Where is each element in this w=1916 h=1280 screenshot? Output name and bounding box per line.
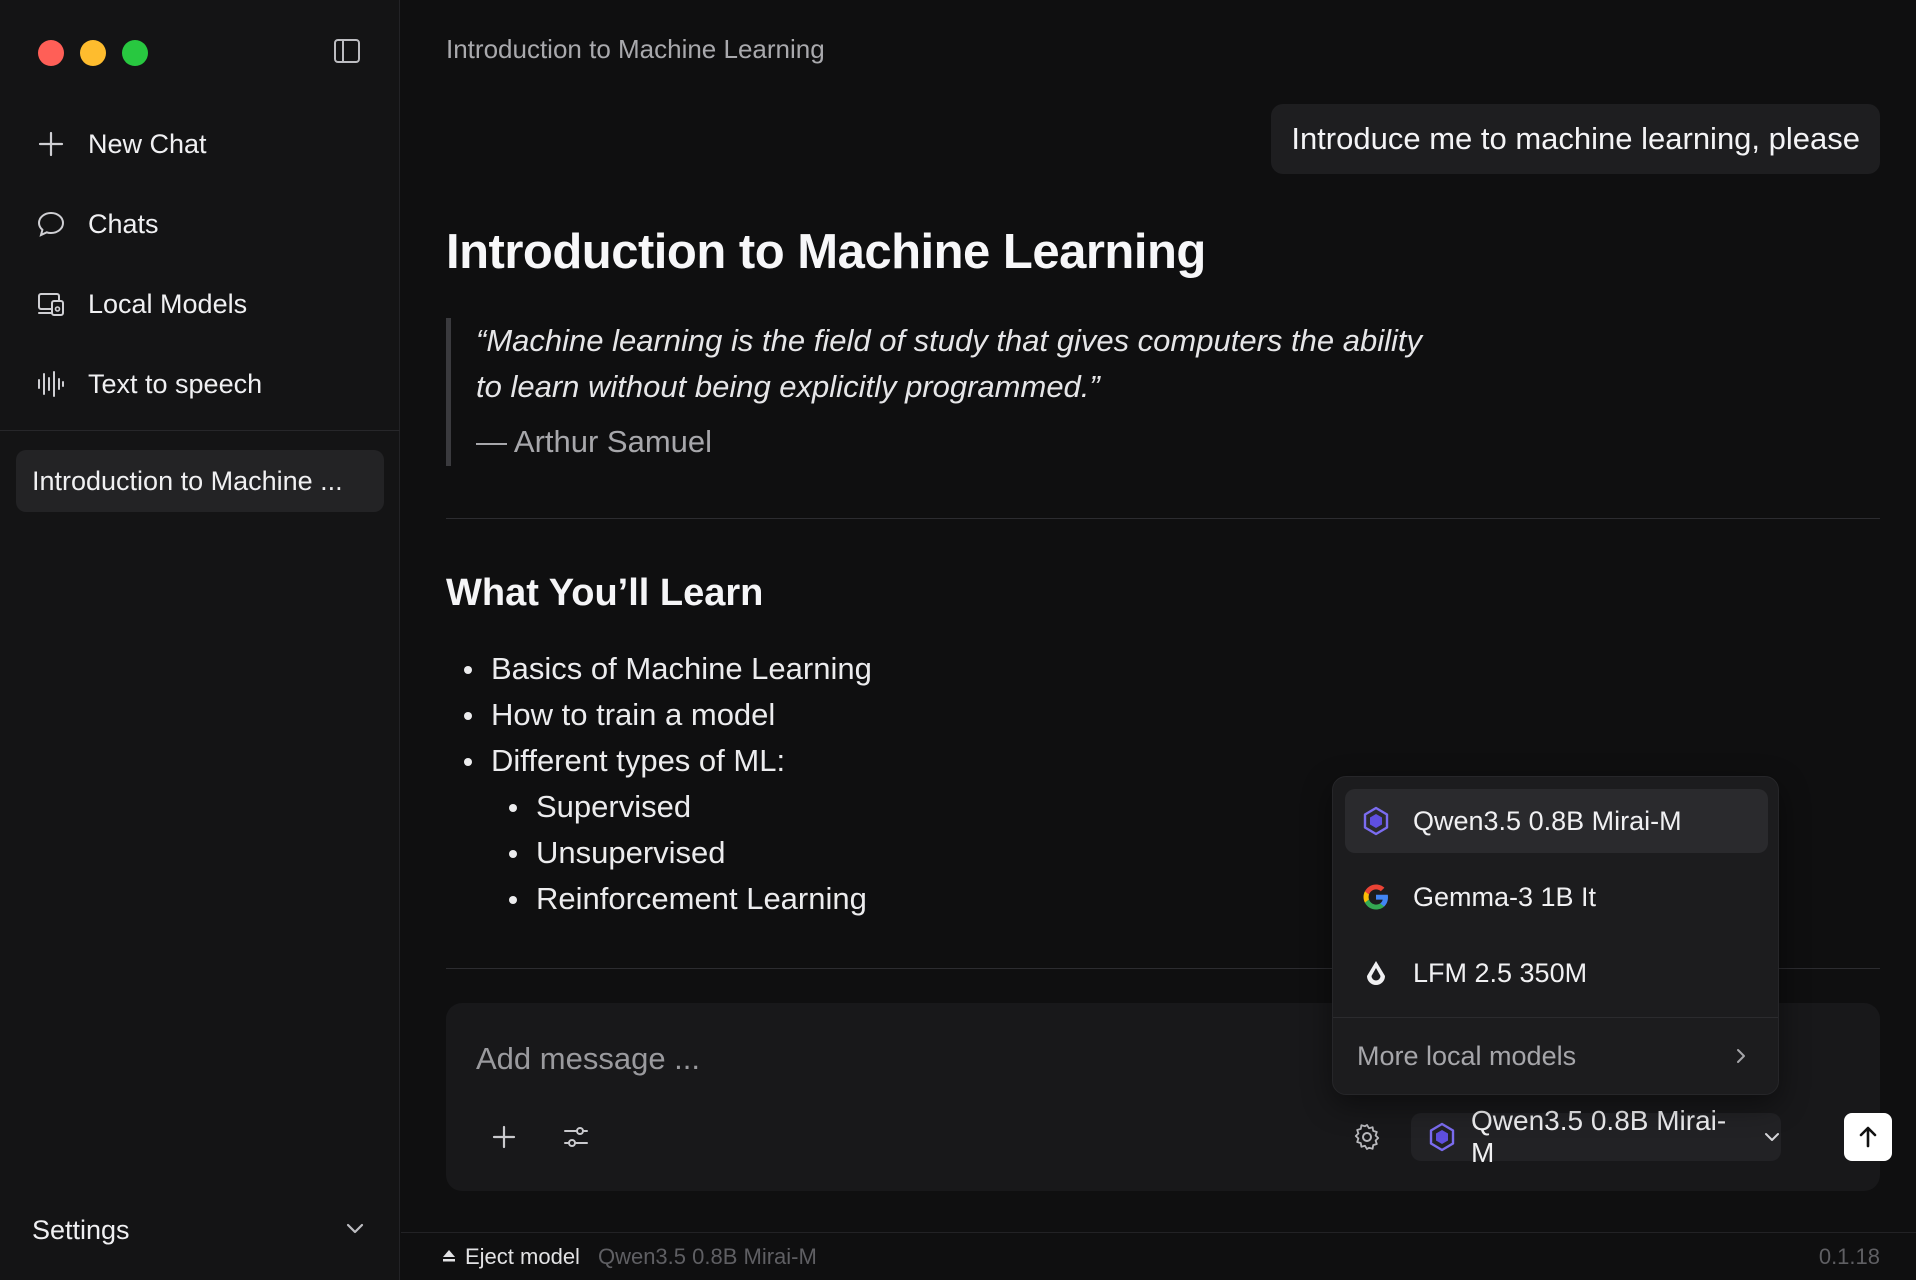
learning-list: Basics of Machine Learning How to train …: [446, 646, 872, 922]
model-option-gemma[interactable]: Gemma-3 1B It: [1345, 865, 1768, 929]
sidebar-item-label: Text to speech: [88, 368, 263, 399]
eject-icon: [441, 1244, 457, 1270]
app-window: New Chat Chats Local Models Text to spee…: [0, 0, 1916, 1280]
plus-icon: [492, 1125, 516, 1149]
send-button[interactable]: [1844, 1113, 1892, 1161]
section-title: What You’ll Learn: [446, 572, 764, 614]
model-select-label: Qwen3.5 0.8B Mirai-M: [1471, 1105, 1727, 1168]
arrow-up-icon: [1859, 1126, 1877, 1148]
status-bar: Eject model Qwen3.5 0.8B Mirai-M 0.1.18: [401, 1232, 1916, 1280]
model-select[interactable]: Qwen3.5 0.8B Mirai-M: [1411, 1105, 1781, 1168]
settings-label: Settings: [32, 1214, 130, 1245]
qwen-icon: [1361, 806, 1391, 836]
sidebar: New Chat Chats Local Models Text to spee…: [0, 0, 400, 1280]
sub-list-item: Unsupervised: [446, 830, 872, 876]
more-local-models-button[interactable]: More local models: [1333, 1018, 1778, 1094]
eject-model-button[interactable]: Eject model: [441, 1244, 580, 1270]
model-dropdown: Qwen3.5 0.8B Mirai-M Gemma-3 1B It LFM 2…: [1332, 776, 1779, 1095]
tools-button[interactable]: [556, 1117, 596, 1157]
list-item: Basics of Machine Learning: [446, 646, 872, 692]
google-icon: [1361, 882, 1391, 912]
sidebar-toggle-icon[interactable]: [332, 36, 362, 66]
response-quote: “Machine learning is the field of study …: [446, 318, 1426, 466]
sidebar-item-text-to-speech[interactable]: Text to speech: [0, 344, 400, 424]
sidebar-item-label: Chats: [88, 208, 159, 239]
page-title: Introduction to Machine Learning: [446, 34, 825, 64]
user-message: Introduce me to machine learning, please: [1271, 104, 1880, 174]
chevron-down-icon: [344, 1215, 366, 1246]
more-local-models-label: More local models: [1357, 1040, 1577, 1071]
chat-history-label: Introduction to Machine ...: [32, 465, 343, 496]
close-window-button[interactable]: [38, 40, 64, 66]
list-item: How to train a model: [446, 692, 872, 738]
local-models-icon: [34, 287, 68, 321]
sliders-icon: [564, 1127, 588, 1147]
quote-text: “Machine learning is the field of study …: [476, 323, 1422, 404]
chat-bubble-icon: [34, 207, 68, 241]
chevron-right-icon: [1732, 1041, 1750, 1072]
message-input[interactable]: [476, 1041, 1276, 1077]
window-controls: [38, 40, 148, 66]
zoom-window-button[interactable]: [122, 40, 148, 66]
quote-author: — Arthur Samuel: [476, 424, 713, 459]
sidebar-item-chats[interactable]: Chats: [0, 184, 400, 264]
eject-label: Eject model: [465, 1243, 580, 1269]
sub-list-item: Reinforcement Learning: [446, 876, 872, 922]
model-option-label: LFM 2.5 350M: [1413, 957, 1588, 988]
waveform-icon: [34, 367, 68, 401]
gear-icon: [1354, 1124, 1380, 1150]
chevron-down-icon: [1763, 1121, 1781, 1153]
add-attachment-button[interactable]: [484, 1117, 524, 1157]
chat-history-item[interactable]: Introduction to Machine ...: [16, 450, 384, 512]
model-option-label: Qwen3.5 0.8B Mirai-M: [1413, 805, 1682, 836]
model-option-qwen[interactable]: Qwen3.5 0.8B Mirai-M: [1345, 789, 1768, 853]
sidebar-divider: [0, 430, 400, 431]
loaded-model-label: Qwen3.5 0.8B Mirai-M: [597, 1243, 817, 1269]
plus-icon: [34, 127, 68, 161]
sidebar-item-new-chat[interactable]: New Chat: [0, 104, 400, 184]
sidebar-item-label: New Chat: [88, 128, 207, 159]
sidebar-item-label: Local Models: [88, 288, 248, 319]
settings-menu[interactable]: Settings: [0, 1200, 400, 1260]
minimize-window-button[interactable]: [80, 40, 106, 66]
model-option-label: Gemma-3 1B It: [1413, 881, 1597, 912]
list-item: Different types of ML:: [446, 738, 872, 784]
response-title: Introduction to Machine Learning: [446, 225, 1206, 279]
divider: [446, 518, 1880, 519]
qwen-icon: [1427, 1122, 1457, 1152]
sidebar-nav: New Chat Chats Local Models Text to spee…: [0, 104, 400, 424]
app-version: 0.1.18: [1818, 1243, 1880, 1269]
sidebar-item-local-models[interactable]: Local Models: [0, 264, 400, 344]
model-option-lfm[interactable]: LFM 2.5 350M: [1345, 941, 1768, 1005]
model-settings-button[interactable]: [1347, 1117, 1387, 1157]
sub-list-item: Supervised: [446, 784, 872, 830]
liquid-icon: [1361, 958, 1391, 988]
